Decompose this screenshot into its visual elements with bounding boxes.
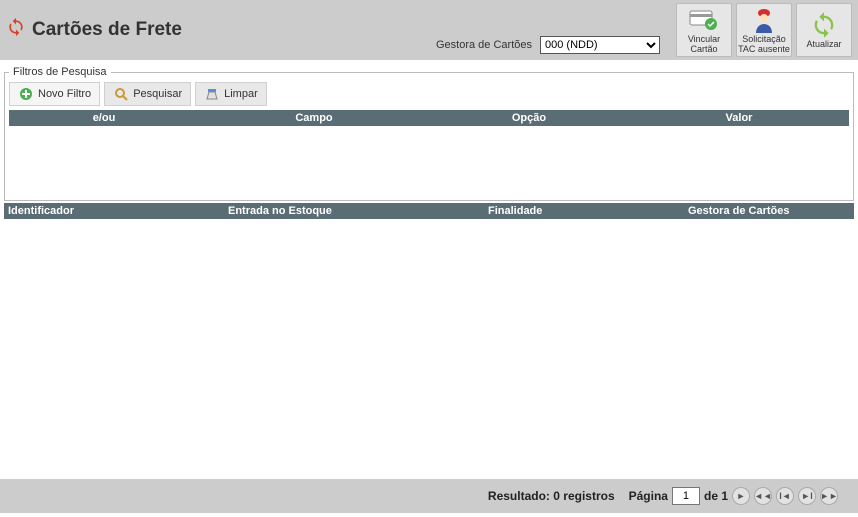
- limpar-label: Limpar: [224, 88, 258, 100]
- pagina-label: Página: [629, 489, 668, 503]
- pager-ff-icon[interactable]: ►►: [820, 487, 838, 505]
- filters-fieldset: Filtros de Pesquisa Novo Filtro Pesquisa…: [4, 66, 854, 201]
- person-icon: [748, 5, 780, 35]
- page-title: Cartões de Frete: [32, 19, 182, 41]
- header-bar: Cartões de Frete Gestora de Cartões 000 …: [0, 0, 858, 60]
- grid-body: [4, 219, 854, 479]
- page-title-wrap: Cartões de Frete: [6, 17, 182, 43]
- solicitacao-tac-button[interactable]: Solicitação TAC ausente: [736, 3, 792, 57]
- pager-rewind-icon[interactable]: ◄◄: [754, 487, 772, 505]
- grid-col-finalidade: Finalidade: [488, 205, 688, 217]
- result-count: Resultado: 0 registros: [488, 489, 615, 503]
- gestora-selector: Gestora de Cartões 000 (NDD): [436, 36, 660, 54]
- filter-col-campo: Campo: [199, 112, 429, 124]
- novo-filtro-button[interactable]: Novo Filtro: [9, 82, 100, 106]
- pager-prev-icon[interactable]: I◄: [776, 487, 794, 505]
- page-input[interactable]: [672, 487, 700, 505]
- limpar-button[interactable]: Limpar: [195, 82, 267, 106]
- atualizar-label: Atualizar: [806, 40, 841, 50]
- filters-legend: Filtros de Pesquisa: [9, 66, 111, 78]
- plus-icon: [18, 86, 34, 102]
- brand-refresh-icon: [6, 17, 26, 43]
- filter-body: [9, 126, 849, 196]
- filter-toolbar: Novo Filtro Pesquisar Limpar: [9, 82, 849, 106]
- solicitacao-tac-label: Solicitação TAC ausente: [737, 35, 791, 55]
- search-icon: [113, 86, 129, 102]
- pesquisar-button[interactable]: Pesquisar: [104, 82, 191, 106]
- gestora-select[interactable]: 000 (NDD): [540, 36, 660, 54]
- gestora-label: Gestora de Cartões: [436, 39, 532, 51]
- pager-next-icon[interactable]: ►: [732, 487, 750, 505]
- pager: Página de 1 ► ◄◄ I◄ ►I ►►: [629, 487, 838, 505]
- vincular-cartao-label: Vincular Cartão: [677, 35, 731, 55]
- novo-filtro-label: Novo Filtro: [38, 88, 91, 100]
- footer-bar: Resultado: 0 registros Página de 1 ► ◄◄ …: [0, 479, 858, 513]
- refresh-icon: [808, 10, 840, 40]
- filter-col-opcao: Opção: [429, 112, 629, 124]
- pager-last-icon[interactable]: ►I: [798, 487, 816, 505]
- grid-col-identificador: Identificador: [8, 205, 228, 217]
- de-label: de 1: [704, 489, 728, 503]
- clear-icon: [204, 86, 220, 102]
- grid-col-entrada: Entrada no Estoque: [228, 205, 488, 217]
- filter-col-eou: e/ou: [9, 112, 199, 124]
- atualizar-button[interactable]: Atualizar: [796, 3, 852, 57]
- grid-columns-header: Identificador Entrada no Estoque Finalid…: [4, 203, 854, 219]
- vincular-cartao-button[interactable]: Vincular Cartão: [676, 3, 732, 57]
- grid-col-gestora: Gestora de Cartões: [688, 205, 850, 217]
- pesquisar-label: Pesquisar: [133, 88, 182, 100]
- filter-col-valor: Valor: [629, 112, 849, 124]
- card-link-icon: [688, 5, 720, 35]
- filter-columns-header: e/ou Campo Opção Valor: [9, 110, 849, 126]
